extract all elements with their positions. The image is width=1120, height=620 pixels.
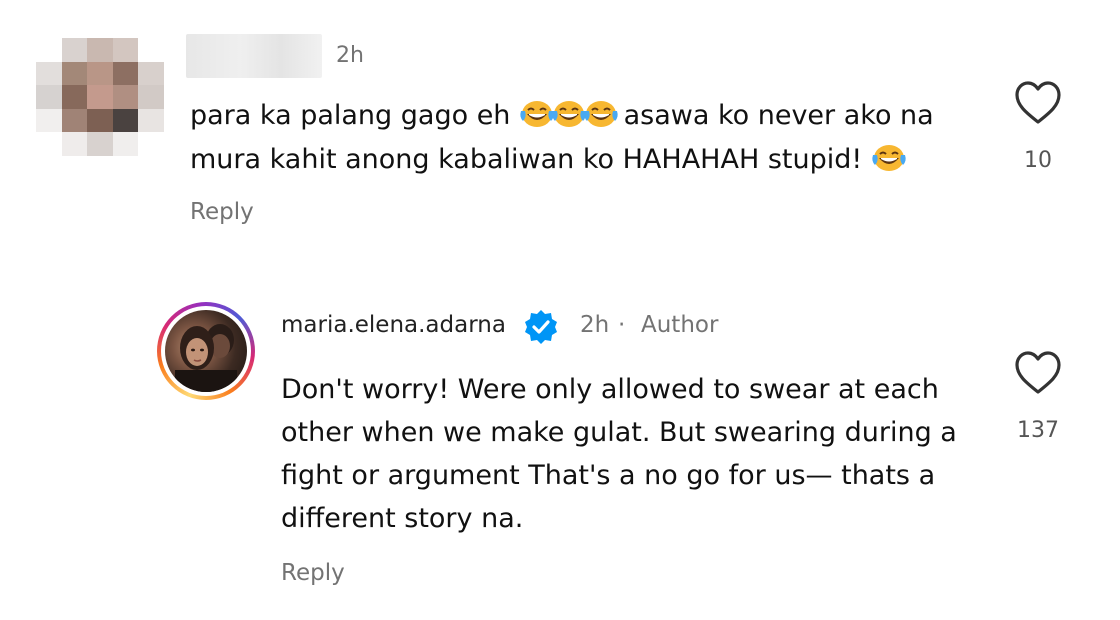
like-count: 10: [1024, 148, 1052, 173]
face-with-tears-of-joy-icon: [519, 99, 555, 129]
comment-text-part: para ka palang gago eh: [190, 100, 519, 131]
comment-text: Don't worry! Were only allowed to swear …: [281, 374, 957, 534]
username-redacted[interactable]: [186, 34, 322, 78]
face-with-tears-of-joy-icon: [871, 143, 907, 173]
like-count: 137: [1017, 418, 1059, 443]
face-with-tears-of-joy-icon: [583, 99, 619, 129]
verified-badge-icon: [522, 308, 560, 346]
heart-outline-icon[interactable]: [1014, 80, 1062, 126]
avatar[interactable]: [165, 310, 247, 392]
username[interactable]: maria.elena.adarna: [281, 312, 506, 338]
author-label: Author: [641, 312, 719, 338]
face-with-tears-of-joy-icon: [551, 99, 587, 129]
comment-timestamp: 2h: [580, 312, 610, 338]
comment-text: para ka palang gago eh asawa ko never ak…: [190, 94, 970, 182]
comment-timestamp: 2h: [336, 43, 364, 68]
heart-outline-icon[interactable]: [1014, 350, 1062, 396]
reply-button[interactable]: Reply: [281, 560, 345, 586]
separator-dot: ·: [618, 312, 626, 338]
reply-button[interactable]: Reply: [190, 199, 254, 225]
avatar[interactable]: [36, 38, 164, 156]
